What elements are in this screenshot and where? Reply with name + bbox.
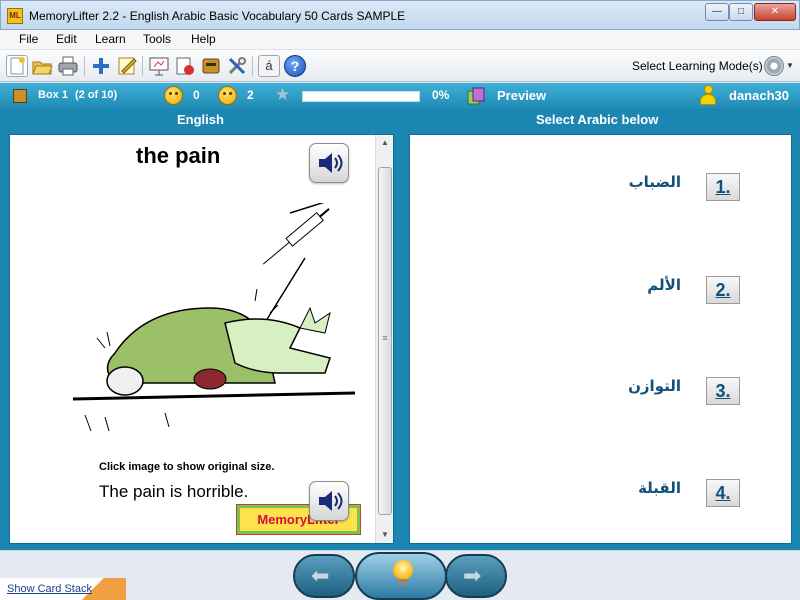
edit-cards-icon[interactable] bbox=[116, 55, 138, 77]
chevron-down-icon[interactable]: ▼ bbox=[786, 61, 794, 70]
maximize-button[interactable]: □ bbox=[729, 3, 753, 21]
minimize-button[interactable]: — bbox=[705, 3, 729, 21]
menu-help[interactable]: Help bbox=[191, 32, 216, 46]
show-answer-button[interactable] bbox=[355, 552, 447, 600]
menu-bar: File Edit Learn Tools Help bbox=[0, 30, 800, 50]
answer-choice-4[interactable]: القبلة 4. bbox=[410, 479, 793, 519]
correct-smiley-icon bbox=[164, 86, 183, 105]
learning-mode-label[interactable]: Select Learning Mode(s) bbox=[632, 59, 763, 73]
answer-number-button[interactable]: 4. bbox=[706, 479, 740, 507]
card-box-icon[interactable] bbox=[200, 55, 222, 77]
toolbar-separator bbox=[142, 56, 143, 76]
toolbar: á ? Select Learning Mode(s) ▼ bbox=[0, 50, 800, 82]
previous-card-button[interactable]: ⬅ bbox=[293, 554, 355, 598]
preview-cards-icon[interactable] bbox=[466, 86, 486, 106]
answer-panel: الضباب 1. الألم 2. التوازن 3. القبلة 4. bbox=[409, 134, 792, 544]
toolbar-separator bbox=[84, 56, 85, 76]
scrollbar-thumb[interactable]: ≡ bbox=[378, 167, 392, 515]
answer-panel-header: Select Arabic below bbox=[536, 112, 659, 127]
box-position: (2 of 10) bbox=[75, 89, 118, 101]
wrong-count: 2 bbox=[247, 88, 254, 102]
window-title: MemoryLifter 2.2 - English Arabic Basic … bbox=[29, 9, 406, 23]
star-icon: ★ bbox=[275, 85, 291, 104]
example-audio-button[interactable] bbox=[309, 481, 349, 521]
answer-text[interactable]: القبلة bbox=[638, 479, 681, 497]
preview-label[interactable]: Preview bbox=[497, 88, 546, 103]
scroll-down-arrow[interactable]: ▼ bbox=[376, 527, 394, 543]
question-audio-button[interactable] bbox=[309, 143, 349, 183]
speaker-icon bbox=[319, 491, 343, 511]
wrong-smiley-icon bbox=[218, 86, 237, 105]
answer-text[interactable]: التوازن bbox=[628, 377, 681, 395]
example-sentence: The pain is horrible. bbox=[99, 482, 249, 501]
user-icon bbox=[700, 85, 716, 105]
menu-file[interactable]: File bbox=[19, 32, 38, 46]
print-icon[interactable] bbox=[57, 55, 79, 77]
toolbar-separator bbox=[252, 56, 253, 76]
help-icon[interactable]: ? bbox=[284, 55, 306, 77]
statistics-icon[interactable] bbox=[174, 55, 196, 77]
answer-text[interactable]: الألم bbox=[647, 276, 681, 294]
question-word: the pain bbox=[136, 143, 221, 168]
answer-number-button[interactable]: 1. bbox=[706, 173, 740, 201]
special-characters-icon[interactable]: á bbox=[258, 55, 280, 77]
progress-bar bbox=[302, 91, 420, 102]
lightbulb-icon bbox=[393, 560, 413, 586]
answer-text[interactable]: الضباب bbox=[629, 173, 681, 191]
show-card-stack-link[interactable]: Show Card Stack bbox=[0, 578, 126, 600]
open-folder-icon[interactable] bbox=[31, 55, 53, 77]
new-file-icon[interactable] bbox=[6, 55, 28, 77]
close-button[interactable]: ✕ bbox=[754, 3, 796, 21]
answer-choice-2[interactable]: الألم 2. bbox=[410, 276, 793, 316]
arrow-left-icon: ⬅ bbox=[311, 563, 330, 588]
presentation-icon[interactable] bbox=[148, 55, 170, 77]
gear-icon[interactable] bbox=[764, 56, 784, 76]
speaker-icon bbox=[319, 153, 343, 173]
tools-icon[interactable] bbox=[226, 55, 248, 77]
username: danach30 bbox=[729, 88, 789, 103]
answer-choice-1[interactable]: الضباب 1. bbox=[410, 173, 793, 213]
answer-choice-3[interactable]: التوازن 3. bbox=[410, 377, 793, 417]
add-card-icon[interactable] bbox=[90, 55, 112, 77]
question-image[interactable] bbox=[55, 201, 356, 433]
vertical-scrollbar[interactable]: ▲ ≡ ▼ bbox=[375, 135, 393, 543]
question-card: the pain Click image to show original si… bbox=[9, 134, 394, 544]
arrow-right-icon: ➡ bbox=[463, 563, 482, 588]
menu-edit[interactable]: Edit bbox=[56, 32, 77, 46]
question-panel-header: English bbox=[177, 112, 224, 127]
next-card-button[interactable]: ➡ bbox=[445, 554, 507, 598]
correct-count: 0 bbox=[193, 88, 200, 102]
status-bar: Box 1 (2 of 10) 0 2 ★ 0% Preview danach3… bbox=[0, 83, 800, 109]
progress-percent: 0% bbox=[432, 88, 450, 102]
scroll-up-arrow[interactable]: ▲ bbox=[376, 135, 394, 151]
answer-number-button[interactable]: 3. bbox=[706, 377, 740, 405]
app-logo-icon: ML bbox=[7, 8, 23, 24]
menu-learn[interactable]: Learn bbox=[95, 32, 126, 46]
main-area: English Select Arabic below the pain Cli… bbox=[0, 109, 800, 550]
title-bar: ML MemoryLifter 2.2 - English Arabic Bas… bbox=[0, 0, 800, 30]
card-box-icon bbox=[13, 89, 27, 103]
box-label: Box 1 bbox=[38, 89, 68, 101]
menu-tools[interactable]: Tools bbox=[143, 32, 171, 46]
answer-number-button[interactable]: 2. bbox=[706, 276, 740, 304]
click-image-note: Click image to show original size. bbox=[99, 461, 275, 473]
